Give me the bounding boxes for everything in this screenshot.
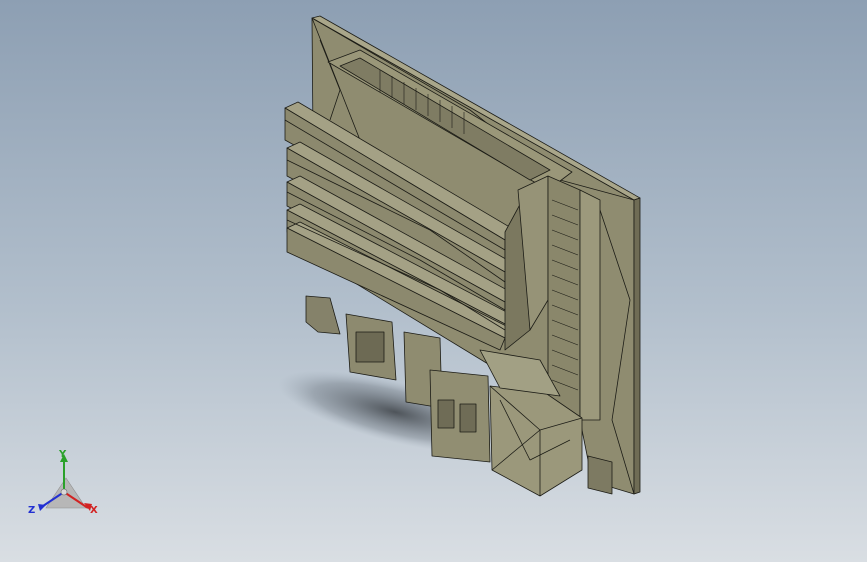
port-barrel (587, 455, 613, 495)
z-axis-label: Z (28, 505, 36, 516)
pcb-plate-side (633, 197, 641, 495)
port-usb-c (305, 295, 341, 335)
graphics-viewport[interactable]: Y X Z (0, 0, 867, 562)
y-axis-label: Y (59, 449, 67, 460)
x-axis-label: X (90, 505, 98, 516)
z-axis-arrow (38, 504, 46, 511)
orientation-triad[interactable]: Y X Z (26, 448, 106, 522)
3d-model-view[interactable] (0, 0, 867, 562)
